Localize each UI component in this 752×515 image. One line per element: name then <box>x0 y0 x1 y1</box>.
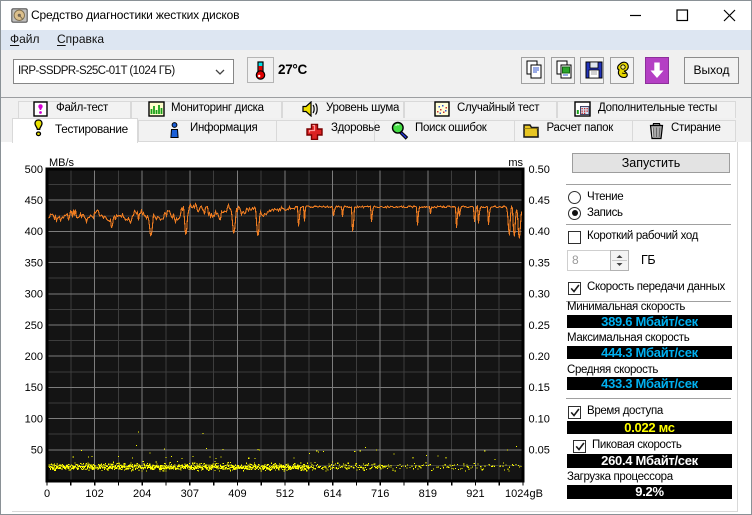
svg-text:0.35: 0.35 <box>529 257 550 269</box>
svg-text:921: 921 <box>466 488 484 500</box>
svg-text:200: 200 <box>25 351 43 363</box>
svg-text:50: 50 <box>31 445 43 457</box>
svg-text:0.50: 0.50 <box>529 164 550 176</box>
svg-text:450: 450 <box>25 195 43 207</box>
svg-text:ms: ms <box>508 157 523 169</box>
svg-text:0.30: 0.30 <box>529 289 550 301</box>
svg-text:250: 250 <box>25 320 43 332</box>
svg-text:300: 300 <box>25 289 43 301</box>
svg-text:102: 102 <box>85 488 103 500</box>
svg-text:0.10: 0.10 <box>529 413 550 425</box>
svg-text:400: 400 <box>25 226 43 238</box>
svg-text:0.15: 0.15 <box>529 382 550 394</box>
svg-text:500: 500 <box>25 164 43 176</box>
svg-text:0.40: 0.40 <box>529 226 550 238</box>
svg-text:307: 307 <box>181 488 199 500</box>
svg-text:0.20: 0.20 <box>529 351 550 363</box>
svg-text:350: 350 <box>25 257 43 269</box>
svg-text:716: 716 <box>371 488 389 500</box>
svg-text:819: 819 <box>419 488 437 500</box>
svg-text:MB/s: MB/s <box>49 157 75 169</box>
svg-text:0: 0 <box>44 488 50 500</box>
svg-text:150: 150 <box>25 382 43 394</box>
svg-text:0.45: 0.45 <box>529 195 550 207</box>
svg-text:0.05: 0.05 <box>529 445 550 457</box>
svg-text:100: 100 <box>25 413 43 425</box>
svg-text:614: 614 <box>323 488 341 500</box>
svg-text:512: 512 <box>276 488 294 500</box>
svg-text:409: 409 <box>228 488 246 500</box>
svg-text:1024gB: 1024gB <box>505 488 543 500</box>
svg-text:0.25: 0.25 <box>529 320 550 332</box>
svg-text:204: 204 <box>133 488 151 500</box>
